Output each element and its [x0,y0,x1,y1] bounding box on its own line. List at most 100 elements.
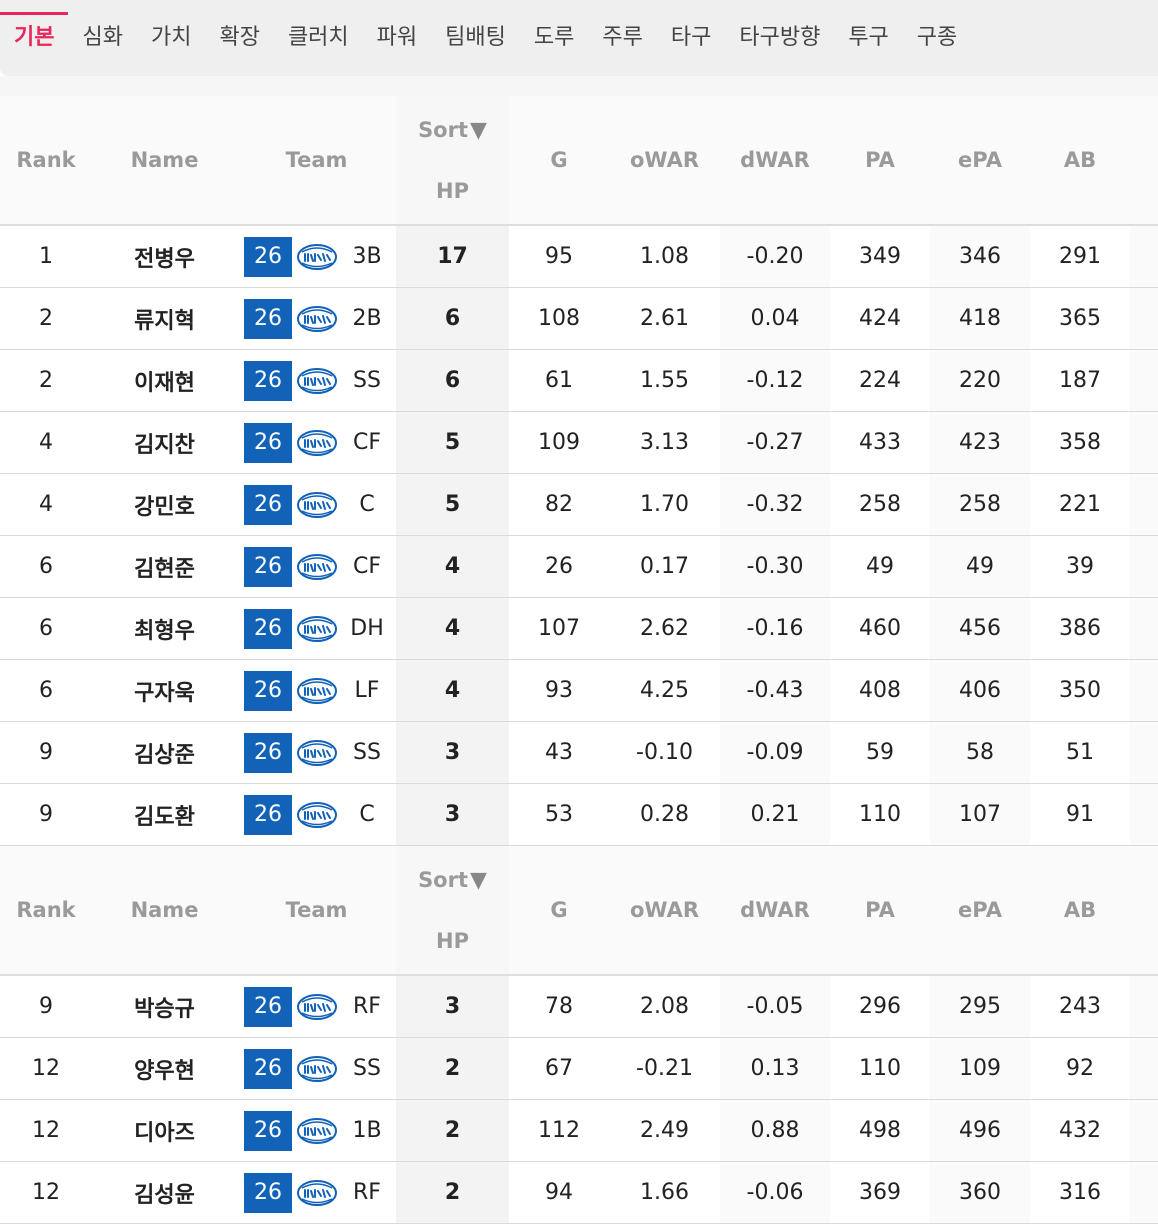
tab-6[interactable]: 팀배팅 [431,0,520,76]
player-name-link[interactable]: 김도환 [92,783,237,846]
player-name-link[interactable]: 최형우 [92,597,237,660]
player-name-link[interactable]: 디아즈 [92,1099,237,1162]
player-name-link[interactable]: 강민호 [92,473,237,536]
rank-cell: 6 [0,659,92,722]
player-name-link[interactable]: 류지혁 [92,287,237,350]
pa-value: 59 [830,721,930,784]
tab-11[interactable]: 투구 [834,0,902,76]
player-name-link[interactable]: 이재현 [92,349,237,412]
col-header-pa[interactable]: PA [830,845,930,976]
tab-1[interactable]: 심화 [68,0,136,76]
tab-7[interactable]: 도루 [520,0,588,76]
col-header-name[interactable]: Name [92,96,237,226]
table-row[interactable]: 9 김상준 26 SS 3 43 -0.10 -0.09 59 58 51 [0,721,1158,784]
ab-value: 365 [1030,287,1130,350]
table-row[interactable]: 2 이재현 26 SS 6 61 1.55 -0.12 224 220 187 [0,349,1158,412]
rank-cell: 4 [0,411,92,474]
player-name-link[interactable]: 구자욱 [92,659,237,722]
team-cell: 26 CF [237,535,396,598]
tab-2[interactable]: 가치 [137,0,205,76]
stats-table-wrap: Rank Name Team Sort▼ HP G oWAR dWAR PA e… [0,96,1158,1224]
rank-cell: 2 [0,349,92,412]
table-row[interactable]: 4 김지찬 26 CF 5 109 3.13 -0.27 433 423 358 [0,411,1158,474]
dwar-value: -0.32 [720,473,830,536]
rank-cell: 9 [0,783,92,846]
col-header-hp[interactable]: Sort▼ HP [396,96,509,226]
table-row[interactable]: 12 디아즈 26 1B 2 112 2.49 0.88 498 496 432 [0,1099,1158,1162]
col-header-g[interactable]: G [509,845,609,976]
season-badge: 26 [244,236,292,277]
col-header-dwar[interactable]: dWAR [720,845,830,976]
season-badge: 26 [244,422,292,463]
overflow-cell [1130,1161,1158,1224]
col-header-hp[interactable]: Sort▼ HP [396,845,509,976]
table-row[interactable]: 6 최형우 26 DH 4 107 2.62 -0.16 460 456 386 [0,597,1158,660]
table-row[interactable]: 2 류지혁 26 2B 6 108 2.61 0.04 424 418 365 [0,287,1158,350]
tab-5[interactable]: 파워 [363,0,431,76]
table-row[interactable]: 9 박승규 26 RF 3 78 2.08 -0.05 296 295 243 [0,975,1158,1038]
team-info: 26 CF [237,422,396,463]
dwar-value: -0.09 [720,721,830,784]
player-name-link[interactable]: 김현준 [92,535,237,598]
col-header-ab[interactable]: AB [1030,96,1130,226]
owar-value: 2.62 [609,597,720,660]
table-row[interactable]: 6 구자욱 26 LF 4 93 4.25 -0.43 408 406 350 [0,659,1158,722]
col-header-rank[interactable]: Rank [0,845,92,976]
g-value: 53 [509,783,609,846]
position-label: 2B [352,306,382,331]
rank-cell: 9 [0,721,92,784]
team-info: 26 CF [237,546,396,587]
tab-12[interactable]: 구종 [903,0,971,76]
season-badge: 26 [244,794,292,835]
tab-9[interactable]: 타구 [657,0,725,76]
position-label: CF [352,430,381,455]
season-badge: 26 [244,546,292,587]
hp-value: 2 [396,1161,509,1224]
g-value: 93 [509,659,609,722]
tab-0[interactable]: 기본 [0,0,69,76]
col-header-name[interactable]: Name [92,845,237,976]
col-header-pa[interactable]: PA [830,96,930,226]
col-header-epa[interactable]: ePA [930,96,1030,226]
epa-value: 58 [930,721,1030,784]
col-header-epa[interactable]: ePA [930,845,1030,976]
rank-cell: 4 [0,473,92,536]
overflow-cell [1130,287,1158,350]
tab-10[interactable]: 타구방향 [725,0,834,76]
table-row[interactable]: 9 김도환 26 C 3 53 0.28 0.21 110 107 91 [0,783,1158,846]
overflow-cell [1130,659,1158,722]
table-row[interactable]: 12 김성윤 26 RF 2 94 1.66 -0.06 369 360 316 [0,1161,1158,1224]
col-header-team[interactable]: Team [237,96,396,226]
hp-value: 3 [396,975,509,1038]
col-header-owar[interactable]: oWAR [609,845,720,976]
player-name-link[interactable]: 김상준 [92,721,237,784]
col-header-ab[interactable]: AB [1030,845,1130,976]
player-name-link[interactable]: 양우현 [92,1037,237,1100]
player-name-link[interactable]: 박승규 [92,975,237,1038]
col-header-dwar[interactable]: dWAR [720,96,830,226]
table-row[interactable]: 4 강민호 26 C 5 82 1.70 -0.32 258 258 221 [0,473,1158,536]
hp-value: 5 [396,473,509,536]
player-name-link[interactable]: 전병우 [92,225,237,288]
col-header-owar[interactable]: oWAR [609,96,720,226]
pa-value: 296 [830,975,930,1038]
col-header-g[interactable]: G [509,96,609,226]
epa-value: 346 [930,225,1030,288]
table-row[interactable]: 1 전병우 26 3B 17 95 1.08 -0.20 349 346 291 [0,225,1158,288]
player-name-link[interactable]: 김성윤 [92,1161,237,1224]
team-cell: 26 3B [237,225,396,288]
tab-3[interactable]: 확장 [205,0,273,76]
col-header-rank[interactable]: Rank [0,96,92,226]
table-row[interactable]: 12 양우현 26 SS 2 67 -0.21 0.13 110 109 92 [0,1037,1158,1100]
team-cell: 26 SS [237,1037,396,1100]
lions-logo-icon [297,677,337,704]
season-badge: 26 [244,1048,292,1089]
table-row[interactable]: 6 김현준 26 CF 4 26 0.17 -0.30 49 49 39 [0,535,1158,598]
owar-value: 0.28 [609,783,720,846]
sort-indicator: Sort▼ [396,118,509,143]
col-header-team[interactable]: Team [237,845,396,976]
team-cell: 26 DH [237,597,396,660]
player-name-link[interactable]: 김지찬 [92,411,237,474]
tab-4[interactable]: 클러치 [274,0,363,76]
tab-8[interactable]: 주루 [588,0,656,76]
